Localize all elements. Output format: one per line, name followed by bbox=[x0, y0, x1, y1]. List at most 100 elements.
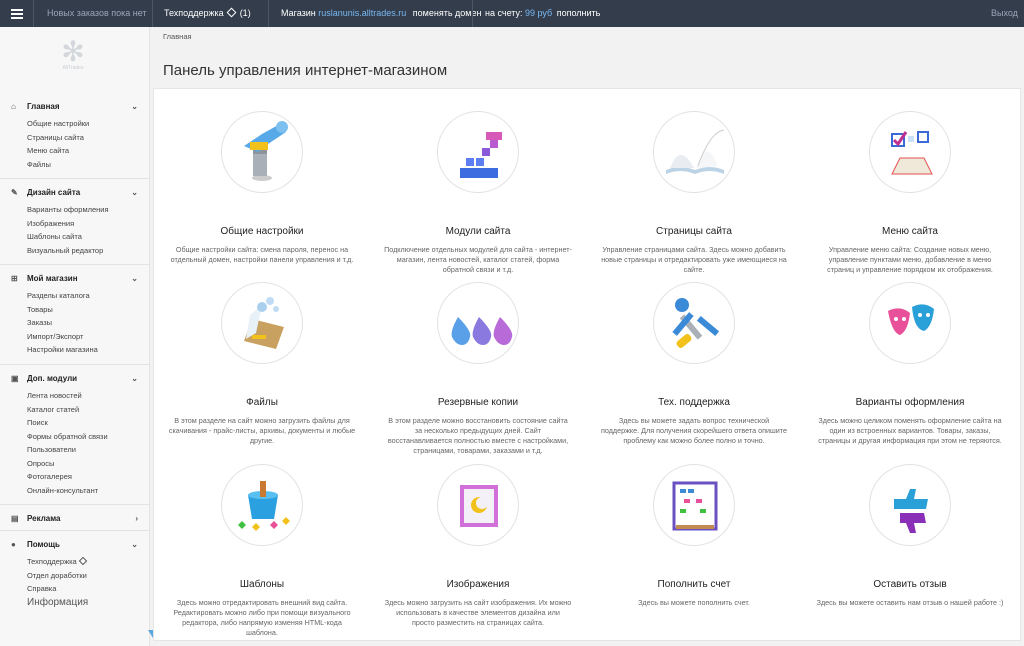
sidebar-item-label: Опросы bbox=[27, 458, 55, 468]
sidebar-item[interactable]: Файлы bbox=[27, 158, 150, 172]
topup-link[interactable]: пополнить bbox=[557, 8, 601, 18]
sidebar-item[interactable]: Настройки магазина bbox=[27, 343, 150, 357]
chevron-down-icon[interactable]: ⌄ bbox=[131, 186, 138, 200]
sidebar-section-header[interactable]: ⌂ Главная ⌄ bbox=[0, 100, 150, 114]
sidebar-item[interactable]: Изображения bbox=[27, 217, 150, 231]
sidebar-item[interactable]: Импорт/Экспорт bbox=[27, 330, 150, 344]
sidebar-section-header[interactable]: ▣ Доп. модули ⌄ bbox=[0, 372, 150, 386]
tile-description: Здесь можно отредактировать внешний вид … bbox=[173, 598, 351, 637]
sidebar-item-label: Товары bbox=[27, 304, 53, 314]
tile-description: Здесь вы можете пополнить счет. bbox=[638, 598, 750, 607]
sidebar-section-title: Главная bbox=[27, 102, 60, 111]
sidebar-divider bbox=[0, 530, 150, 531]
sidebar-item[interactable]: Разделы каталога bbox=[27, 289, 150, 303]
tile-title[interactable]: Тех. поддержка bbox=[586, 397, 802, 408]
sidebar-item[interactable]: Товары bbox=[27, 303, 150, 317]
blocks-icon[interactable] bbox=[437, 111, 519, 193]
tile-title[interactable]: Файлы bbox=[154, 397, 370, 408]
sidebar-item-label: Меню сайта bbox=[27, 146, 69, 155]
sidebar-item-label: Лента новостей bbox=[27, 391, 82, 400]
tile-title[interactable]: Шаблоны bbox=[154, 579, 370, 590]
sidebar-item[interactable]: Визуальный редактор bbox=[27, 244, 150, 258]
sidebar-item[interactable]: Техподдержка bbox=[27, 555, 150, 569]
tile-title[interactable]: Модули сайта bbox=[370, 226, 586, 237]
sidebar-item[interactable]: Опросы bbox=[27, 457, 150, 471]
checklist-icon[interactable] bbox=[869, 111, 951, 193]
cubes-icon: ▣ bbox=[11, 374, 19, 383]
drops-icon[interactable] bbox=[437, 282, 519, 364]
chevron-down-icon[interactable]: ⌄ bbox=[131, 372, 138, 386]
tools-icon[interactable] bbox=[653, 282, 735, 364]
sidebar-item-label: Шаблоны сайта bbox=[27, 232, 82, 241]
sidebar-item[interactable]: Справка bbox=[27, 582, 150, 596]
balance-label: на счету: bbox=[485, 8, 523, 18]
abacus-icon[interactable] bbox=[653, 464, 735, 546]
balance-info: на счету: 99 руб пополнить bbox=[485, 8, 600, 18]
tile-title[interactable]: Резервные копии bbox=[370, 397, 586, 408]
sidebar-section-title: Реклама bbox=[27, 514, 61, 523]
shop-domain-link[interactable]: ruslanunis.alltrades.ru bbox=[318, 8, 406, 18]
tile-description: Здесь можно загрузить на сайт изображени… bbox=[384, 598, 572, 627]
sidebar-item[interactable]: Лента новостей bbox=[27, 389, 150, 403]
sidebar-section-header[interactable]: ⊞ Мой магазин ⌄ bbox=[0, 272, 150, 286]
sidebar-item[interactable]: Меню сайта bbox=[27, 144, 150, 158]
sidebar-item[interactable]: Варианты оформления bbox=[27, 203, 150, 217]
wrench-icon[interactable] bbox=[221, 111, 303, 193]
cart-icon: ⊞ bbox=[11, 274, 18, 283]
tile-title[interactable]: Меню сайта bbox=[802, 226, 1018, 237]
tile-description: В этом разделе можно восстановить состоя… bbox=[387, 416, 569, 455]
tile-title[interactable]: Оставить отзыв bbox=[802, 579, 1018, 590]
logout-link[interactable]: Выход bbox=[991, 8, 1018, 18]
bucket-icon[interactable] bbox=[221, 464, 303, 546]
balance-value: 99 руб bbox=[525, 8, 553, 18]
sidebar-item[interactable]: Отдел доработки bbox=[27, 569, 150, 583]
folder-icon[interactable] bbox=[221, 282, 303, 364]
breadcrumb[interactable]: Главная bbox=[163, 32, 192, 41]
thumbs-icon[interactable] bbox=[869, 464, 951, 546]
sidebar-section-header[interactable]: ▤ Реклама › bbox=[0, 512, 150, 526]
picture-icon[interactable] bbox=[437, 464, 519, 546]
sidebar-item-label: Файлы bbox=[27, 159, 51, 169]
chevron-right-icon[interactable]: › bbox=[135, 512, 138, 526]
sidebar-item[interactable]: Общие настройки bbox=[27, 117, 150, 131]
sidebar-item[interactable]: Каталог статей bbox=[27, 403, 150, 417]
tile-title[interactable]: Варианты оформления bbox=[802, 397, 1018, 408]
menu-toggle-icon[interactable] bbox=[0, 0, 34, 27]
sidebar-item-label: Формы обратной связи bbox=[27, 431, 108, 441]
tile-title[interactable]: Страницы сайта bbox=[586, 226, 802, 237]
sidebar-item[interactable]: Пользователи bbox=[27, 443, 150, 457]
shop-info: Магазин ruslanunis.alltrades.ru поменять… bbox=[281, 8, 481, 18]
sidebar-item[interactable]: Поиск bbox=[27, 416, 150, 430]
sidebar-section: ● Помощь ⌄ Техподдержка Отдел доработки Справ… bbox=[0, 538, 150, 596]
support-link[interactable]: Техподдержка (1) bbox=[164, 7, 251, 18]
shop-label: Магазин bbox=[281, 8, 316, 18]
chevron-down-icon[interactable]: ⌄ bbox=[131, 272, 138, 286]
chevron-down-icon[interactable]: ⌄ bbox=[131, 100, 138, 114]
sidebar-item[interactable]: Формы обратной связи bbox=[27, 430, 150, 444]
sidebar-item[interactable]: Страницы сайта bbox=[27, 131, 150, 145]
chevron-down-icon[interactable]: ⌄ bbox=[131, 538, 138, 552]
sidebar-section-header[interactable]: ✎ Дизайн сайта ⌄ bbox=[0, 186, 150, 200]
info-label[interactable]: Информация bbox=[27, 597, 88, 608]
top-bar: Новых заказов пока нет Техподдержка (1) … bbox=[0, 0, 1024, 27]
tile-title[interactable]: Пополнить счет bbox=[586, 579, 802, 590]
sidebar-item[interactable]: Фотогалерея bbox=[27, 470, 150, 484]
tile-title[interactable]: Изображения bbox=[370, 579, 586, 590]
page-title: Панель управления интернет-магазином bbox=[163, 62, 448, 79]
sidebar-item-label: Фотогалерея bbox=[27, 472, 72, 481]
sidebar-item-label: Отдел доработки bbox=[27, 570, 87, 580]
tile-title[interactable]: Общие настройки bbox=[154, 226, 370, 237]
tile-description: В этом разделе на сайт можно загрузить ф… bbox=[168, 416, 356, 445]
sidebar-item-label: Импорт/Экспорт bbox=[27, 331, 84, 341]
sidebar-item-label: Страницы сайта bbox=[27, 132, 84, 142]
open-book-icon[interactable] bbox=[653, 111, 735, 193]
sidebar-item[interactable]: Заказы bbox=[27, 316, 150, 330]
sidebar-item[interactable]: Онлайн-консультант bbox=[27, 484, 150, 498]
sidebar-item[interactable]: Шаблоны сайта bbox=[27, 230, 150, 244]
sidebar-item-label: Варианты оформления bbox=[27, 205, 109, 214]
sidebar-section: ⌂ Главная ⌄ Общие настройки Страницы сайта Ме… bbox=[0, 100, 150, 171]
masks-icon[interactable] bbox=[869, 282, 951, 364]
sidebar-section: ▣ Доп. модули ⌄ Лента новостей Каталог стате… bbox=[0, 372, 150, 497]
sidebar-section-header[interactable]: ● Помощь ⌄ bbox=[0, 538, 150, 552]
logo[interactable]: ✻ AllTrades bbox=[52, 38, 94, 73]
